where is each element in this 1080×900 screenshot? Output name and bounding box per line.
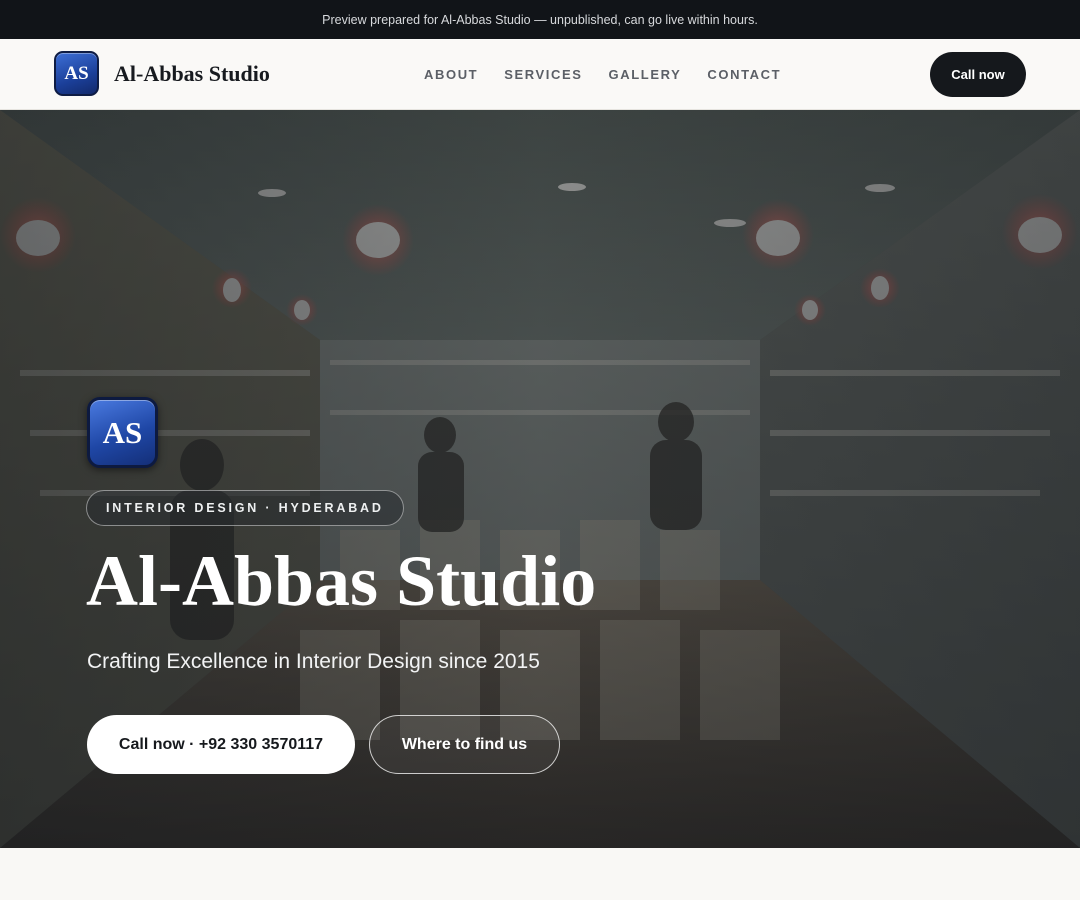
nav-about[interactable]: ABOUT [424,67,478,82]
logo-text: AS [64,62,89,84]
find-us-button[interactable]: Where to find us [369,715,560,774]
brand-name: Al-Abbas Studio [114,60,270,86]
brand[interactable]: AS Al-Abbas Studio [54,51,270,96]
nav-gallery[interactable]: GALLERY [609,67,682,82]
logo-icon: AS [54,51,99,96]
hero-section: AS INTERIOR DESIGN · HYDERABAD Al-Abbas … [0,110,1080,848]
preview-banner-text: Preview prepared for Al-Abbas Studio — u… [322,12,758,27]
hero-subtitle: Crafting Excellence in Interior Design s… [87,650,540,673]
call-now-button[interactable]: Call now [930,52,1026,97]
main-nav: ABOUT SERVICES GALLERY CONTACT [424,39,781,109]
call-phone-button[interactable]: Call now · +92 330 3570117 [87,715,355,774]
category-tag: INTERIOR DESIGN · HYDERABAD [86,490,404,526]
preview-banner: Preview prepared for Al-Abbas Studio — u… [0,0,1080,39]
hero-logo-icon: AS [87,397,158,468]
nav-services[interactable]: SERVICES [504,67,582,82]
hero-logo-text: AS [102,414,143,450]
site-header: AS Al-Abbas Studio ABOUT SERVICES GALLER… [0,39,1080,110]
nav-contact[interactable]: CONTACT [707,67,781,82]
hero-title: Al-Abbas Studio [86,541,597,621]
